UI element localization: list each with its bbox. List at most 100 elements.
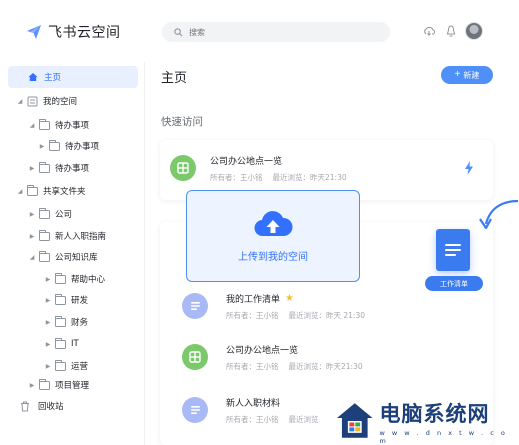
watermark-url: w w w . d n x t w . c o m — [379, 428, 508, 445]
app-logo[interactable]: 飞书云空间 — [26, 22, 121, 42]
folder-icon — [49, 139, 60, 151]
sidebar-item-label: 主页 — [44, 73, 62, 83]
file-name: 公司办公地点一览 — [226, 345, 299, 356]
file-owner: 所有者：王小铭 — [226, 414, 279, 424]
upload-label: 上传到我的空间 — [238, 251, 308, 263]
file-recent: 最近浏览：昨天 21:30 — [288, 310, 366, 320]
file-name: 我的工作清单 ★ — [226, 292, 375, 305]
sidebar-item-home[interactable]: 主页 — [8, 66, 138, 88]
recent-file-row[interactable]: 新人入职材料 所有者：王小铭 最近浏览 — [182, 390, 329, 430]
file-name: 公司办公地点一览 — [210, 156, 283, 167]
sidebar-item-todo[interactable]: ▶ 待办事项 — [38, 135, 99, 157]
collapsed-arrow-icon[interactable]: ▶ — [44, 297, 52, 304]
sync-icon[interactable] — [422, 24, 436, 38]
folder-icon — [39, 378, 50, 390]
file-recent: 最近浏览：昨天21:30 — [272, 172, 347, 182]
collapsed-arrow-icon[interactable]: ▶ — [44, 276, 52, 283]
app-name: 飞书云空间 — [48, 25, 121, 41]
file-meta: 所有者：王小铭 最近浏览：昨天21:30 — [210, 172, 357, 183]
upload-drop-zone[interactable]: 上传到我的空间 — [186, 190, 360, 282]
doc-icon — [182, 293, 208, 319]
cloud-upload-icon — [254, 210, 293, 236]
collapsed-arrow-icon[interactable]: ▶ — [28, 165, 36, 172]
collapsed-arrow-icon[interactable]: ▶ — [38, 143, 46, 150]
sidebar-item-shared[interactable]: ◢ 共享文件夹 — [16, 180, 86, 202]
sidebar-item-label: 帮助中心 — [71, 275, 106, 285]
sidebar-item-label: 待办事项 — [55, 164, 90, 174]
folder-icon — [39, 229, 50, 241]
quick-access-item[interactable]: 公司办公地点一览 所有者：王小铭 最近浏览：昨天21:30 — [170, 148, 357, 188]
collapsed-arrow-icon[interactable]: ▶ — [28, 382, 36, 389]
search-input[interactable] — [189, 27, 369, 37]
sidebar-item-it[interactable]: ▶ IT — [44, 333, 79, 355]
collapsed-arrow-icon[interactable]: ▶ — [44, 319, 52, 326]
dragged-file-label: 工作清单 — [425, 276, 483, 291]
collapsed-arrow-icon[interactable]: ▶ — [28, 233, 36, 240]
collapsed-arrow-icon[interactable]: ▶ — [44, 341, 52, 348]
folder-icon — [39, 207, 50, 219]
file-meta: 所有者：王小铭 最近浏览：昨天 21:30 — [226, 310, 375, 321]
expand-arrow-icon[interactable]: ◢ — [16, 188, 24, 195]
recent-file-row[interactable]: 公司办公地点一览 所有者：王小铭 最近浏览：昨天21:30 — [182, 337, 373, 377]
sidebar-item-rnd[interactable]: ▶ 研发 — [44, 289, 88, 311]
expand-arrow-icon[interactable]: ◢ — [28, 122, 36, 129]
folder-icon — [55, 337, 66, 349]
file-name: 新人入职材料 — [226, 398, 281, 409]
sidebar-item-label: 我的空间 — [43, 97, 78, 107]
folder-icon — [39, 161, 50, 173]
sidebar-item-label: 共享文件夹 — [43, 187, 86, 197]
lightning-icon[interactable] — [464, 161, 474, 175]
sidebar-item-onboarding[interactable]: ▶ 新人入职指南 — [28, 225, 106, 247]
sidebar-item-label: 项目管理 — [55, 381, 90, 391]
sheet-icon — [170, 155, 196, 181]
paper-plane-icon — [27, 25, 41, 39]
top-bar: 飞书云空间 — [0, 0, 519, 62]
sidebar-item-my-space[interactable]: ◢ 我的空间 — [16, 90, 77, 112]
notification-icon[interactable] — [444, 24, 458, 38]
sidebar-item-label: 新人入职指南 — [55, 232, 107, 242]
file-meta: 所有者：王小铭 最近浏览：昨天21:30 — [226, 361, 373, 372]
file-owner: 所有者：王小铭 — [226, 361, 279, 371]
document-space-icon — [27, 96, 38, 106]
star-icon[interactable]: ★ — [285, 293, 294, 304]
collapsed-arrow-icon[interactable]: ▶ — [44, 363, 52, 370]
folder-icon — [39, 118, 50, 130]
sidebar-item-label: 财务 — [71, 318, 89, 328]
shared-folder-icon — [27, 184, 38, 196]
sidebar-item-label: 待办事项 — [65, 142, 100, 152]
expand-arrow-icon[interactable]: ◢ — [28, 254, 36, 261]
file-name-text: 我的工作清单 — [226, 294, 281, 305]
sidebar-item-label: 待办事项 — [55, 121, 90, 131]
watermark-title: 电脑系统网 — [379, 401, 490, 426]
collapsed-arrow-icon[interactable]: ▶ — [28, 211, 36, 218]
sidebar-item-label: 回收站 — [38, 402, 64, 412]
house-logo-icon — [336, 403, 373, 438]
sidebar-item-knowledge-base[interactable]: ◢ 公司知识库 — [28, 246, 98, 268]
sidebar-item-finance[interactable]: ▶ 财务 — [44, 311, 88, 333]
sidebar-item-label: 公司知识库 — [55, 253, 98, 263]
sidebar-item-label: 研发 — [71, 296, 89, 306]
sidebar-item-company[interactable]: ▶ 公司 — [28, 203, 72, 225]
file-recent: 最近浏览 — [288, 414, 319, 424]
doc-icon — [182, 397, 208, 423]
trash-icon — [21, 401, 29, 411]
page-title: 主页 — [161, 71, 188, 86]
folder-icon — [55, 272, 66, 284]
sidebar-item-todo[interactable]: ▶ 待办事项 — [28, 157, 89, 179]
dragged-doc-icon[interactable] — [436, 229, 470, 271]
sidebar-item-todo[interactable]: ◢ 待办事项 — [28, 114, 89, 136]
new-button[interactable]: + 新建 — [441, 66, 493, 84]
sidebar-item-project-mgmt[interactable]: ▶ 项目管理 — [28, 374, 89, 396]
user-avatar[interactable] — [465, 22, 483, 40]
sidebar-item-help[interactable]: ▶ 帮助中心 — [44, 268, 105, 290]
watermark: 电脑系统网 w w w . d n x t w . c o m — [336, 397, 519, 445]
expand-arrow-icon[interactable]: ◢ — [16, 98, 24, 105]
folder-icon — [55, 315, 66, 327]
sheet-icon — [182, 344, 208, 370]
file-meta: 所有者：王小铭 最近浏览 — [226, 414, 329, 425]
search-bar[interactable] — [162, 22, 390, 42]
recent-file-row[interactable]: 我的工作清单 ★ 所有者：王小铭 最近浏览：昨天 21:30 — [182, 286, 375, 326]
sidebar-item-label: 公司 — [55, 210, 73, 220]
sidebar-item-trash[interactable]: 回收站 — [20, 395, 64, 417]
folder-icon — [55, 293, 66, 305]
